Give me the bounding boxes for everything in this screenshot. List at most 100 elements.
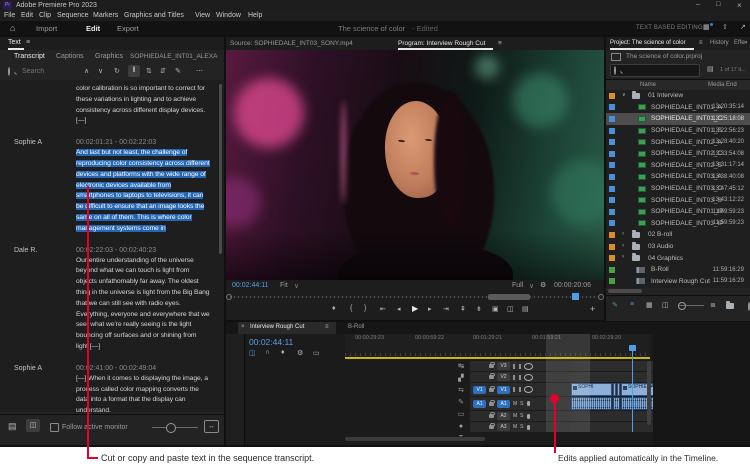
edit-tab[interactable]: Edit xyxy=(86,24,100,33)
snap-magnet-icon[interactable]: ∩ xyxy=(265,349,270,356)
minimize-button[interactable]: – xyxy=(696,1,700,8)
item-name[interactable]: 02 B-roll xyxy=(648,231,672,238)
fullscreen-icon[interactable]: ↗ xyxy=(740,23,746,31)
close-tab-icon[interactable]: × xyxy=(241,324,245,330)
timeline-settings-wrench-icon[interactable]: ⚙ xyxy=(297,349,303,357)
menu-sequence[interactable]: Sequence xyxy=(57,12,89,19)
tab-graphics[interactable]: Graphics xyxy=(95,53,123,60)
timeline-tab-b-roll[interactable]: B-Roll xyxy=(348,324,364,330)
media-end-column-header[interactable]: Media End xyxy=(708,82,737,88)
track-visibility-icon[interactable] xyxy=(524,363,533,370)
comparison-view-icon[interactable]: ◫ xyxy=(507,305,514,313)
item-name[interactable]: 04 Graphics xyxy=(648,255,683,262)
label-color-swatch[interactable] xyxy=(609,93,615,99)
label-color-swatch[interactable] xyxy=(609,174,615,180)
go-to-out-icon[interactable]: ⇥ xyxy=(443,305,449,313)
text-panel-tab[interactable]: Text xyxy=(8,39,21,46)
source-patch-v1[interactable]: V1 xyxy=(473,386,486,394)
workspace-label[interactable]: TEXT BASED EDITING xyxy=(636,25,703,31)
tab-transcript[interactable]: Transcript xyxy=(14,53,45,60)
panel-menu-icon[interactable]: ≡ xyxy=(699,40,703,46)
scrubber-left-handle[interactable] xyxy=(226,294,232,300)
more-options-icon[interactable]: ⋯ xyxy=(196,67,203,75)
hand-tool-icon[interactable]: ● xyxy=(455,422,467,432)
export-frame-icon[interactable]: ▣ xyxy=(492,305,499,313)
track-badge-v1[interactable]: V1 xyxy=(497,386,510,394)
project-item-list[interactable]: ∨ 01 Interview SOPHIEDALE_INT01_A 13:20:… xyxy=(606,90,750,288)
label-color-swatch[interactable] xyxy=(609,209,615,215)
project-row-clip[interactable]: SOPHIEDALE_INT02_S 13:31:17:14 xyxy=(606,160,750,172)
program-scrubber[interactable] xyxy=(230,293,600,301)
menu-view[interactable]: View xyxy=(195,12,210,19)
timeline-timecode[interactable]: 00:02:44:11 xyxy=(249,337,293,347)
track-badge-v3[interactable]: V3 xyxy=(497,362,510,370)
project-row-clip[interactable]: SOPHIEDALE_INT01_A 13:20:35:14 xyxy=(606,102,750,114)
track-lock-icon[interactable] xyxy=(489,414,494,418)
segment-text[interactable]: color calibration is so important to cor… xyxy=(76,84,210,127)
track-badge-v2[interactable]: V2 xyxy=(497,373,510,381)
twirl-closed-icon[interactable]: › xyxy=(622,254,624,260)
import-tab[interactable]: Import xyxy=(36,24,57,33)
follow-active-monitor-checkbox[interactable] xyxy=(50,423,59,432)
panel-menu-icon[interactable]: ≡ xyxy=(26,39,30,46)
step-back-icon[interactable]: ◂ xyxy=(397,305,401,313)
label-color-swatch[interactable] xyxy=(609,220,615,226)
mute-button[interactable]: M xyxy=(513,413,517,419)
menu-file[interactable]: File xyxy=(4,12,15,19)
sequence-marker-icon[interactable]: ♦ xyxy=(281,349,285,356)
highlighted-text[interactable]: And last but not least, the challenge of… xyxy=(76,149,210,232)
timeline-video-clip[interactable] xyxy=(613,383,616,396)
program-video-frame[interactable] xyxy=(226,50,604,280)
menu-help[interactable]: Help xyxy=(248,12,262,19)
rectangle-tool-icon[interactable]: ▭ xyxy=(455,410,467,420)
settings-wrench-icon[interactable]: ⚙ xyxy=(540,281,546,289)
mark-in-icon[interactable]: { xyxy=(350,305,352,312)
share-icon[interactable]: ⇧ xyxy=(722,23,728,31)
sort-icon[interactable]: ≣ xyxy=(710,301,716,309)
speaker-badge-icon[interactable]: ◫ xyxy=(26,419,40,432)
segment-text[interactable]: And last but not least, the challenge of… xyxy=(76,148,210,234)
freeform-view-icon[interactable]: ◫ xyxy=(662,301,669,309)
transcript-search-input[interactable] xyxy=(20,67,74,76)
pen-tool-icon[interactable]: ✎ xyxy=(455,398,467,408)
name-column-header[interactable]: Name xyxy=(640,82,656,88)
consolidate-duplicates-icon[interactable]: ▤ xyxy=(8,421,17,432)
source-monitor-tab[interactable]: Source: SOPHIEDALE_INT03_SONY.mp4 xyxy=(230,40,353,47)
timeline-vertical-scrollbar[interactable] xyxy=(647,361,651,425)
label-color-swatch[interactable] xyxy=(609,197,615,203)
twirl-open-icon[interactable]: ∨ xyxy=(622,92,626,98)
resolution-chevron-icon[interactable]: ∨ xyxy=(529,282,534,290)
effects-tab[interactable]: Effe xyxy=(734,40,745,46)
thumbnail-zoom-knob[interactable] xyxy=(678,302,686,310)
sync-lock-icon[interactable] xyxy=(513,387,521,392)
expand-panel-icon[interactable]: ↔ xyxy=(204,420,219,433)
go-to-in-icon[interactable]: ⇤ xyxy=(380,305,386,313)
timeline-video-clip[interactable] xyxy=(617,383,620,396)
label-color-swatch[interactable] xyxy=(609,116,615,122)
project-row-clip[interactable]: SOPHIEDALE_INT02_C 13:33:54:08 xyxy=(606,148,750,160)
export-tab[interactable]: Export xyxy=(117,24,139,33)
panel-menu-icon[interactable]: ≡ xyxy=(325,324,329,330)
add-marker-icon[interactable]: ♦ xyxy=(332,305,336,312)
item-name[interactable]: SOPHIEDALE_INT03_S xyxy=(651,197,722,204)
track-lock-icon[interactable] xyxy=(489,425,494,429)
add-button-icon[interactable]: + xyxy=(590,304,595,314)
razor-tool-icon[interactable]: ▞ xyxy=(455,374,467,384)
multi-camera-icon[interactable]: ▤ xyxy=(522,305,529,313)
writable-pencil-icon[interactable]: ✎ xyxy=(612,301,618,309)
timeline-ruler[interactable]: 00:00:29:23 00:00:59:22 00:01:29:21 00:0… xyxy=(345,334,650,358)
menu-markers[interactable]: Markers xyxy=(93,12,118,19)
label-color-swatch[interactable] xyxy=(609,151,615,157)
label-color-swatch[interactable] xyxy=(609,232,615,238)
linked-selection-icon[interactable]: ◫ xyxy=(249,349,256,357)
overwrite-icon[interactable]: ⇵ xyxy=(160,67,166,75)
zoom-level-select[interactable]: Fit xyxy=(280,282,288,289)
item-name[interactable]: SOPHIEDALE_INT01_A xyxy=(651,104,722,111)
project-row-folder[interactable]: ∨ 01 Interview xyxy=(606,90,750,102)
extract-icon[interactable]: ⇟ xyxy=(476,305,482,313)
track-badge-a2[interactable]: A2 xyxy=(497,412,510,420)
track-lock-icon[interactable] xyxy=(489,375,494,379)
timeline-audio-clip[interactable] xyxy=(613,397,620,410)
label-color-swatch[interactable] xyxy=(609,104,615,110)
project-row-clip[interactable]: SOPHIEDALE_INT03_C 13:47:45:12 xyxy=(606,183,750,195)
